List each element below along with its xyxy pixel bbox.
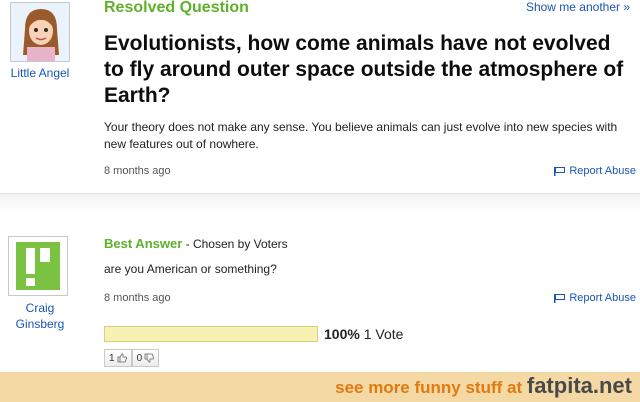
footer-banner: see more funny stuff at fatpita.net [0,372,640,402]
section-divider [0,193,640,213]
answerer-avatar[interactable] [8,236,68,296]
vote-count: 1 Vote [359,326,404,342]
report-abuse-link-answer[interactable]: Report Abuse [554,292,636,304]
asker-avatar[interactable] [10,2,70,62]
best-answer-heading: Best Answer - Chosen by Voters [104,236,288,251]
flag-icon [554,166,566,176]
vote-progress-bar [104,326,318,342]
answerer-avatar-icon [16,242,60,290]
flag-icon [554,293,566,303]
best-answer-label: Best Answer [104,236,183,251]
show-another-link[interactable]: Show me another » [526,0,630,14]
thumbs-down-icon [144,353,155,363]
thumbs-up-count: 1 [109,352,115,364]
answer-text: are you American or something? [104,262,277,276]
question-title: Evolutionists, how come animals have not… [104,32,624,107]
chosen-by-label: - Chosen by Voters [182,237,288,251]
resolved-question-heading: Resolved Question [104,0,249,16]
footer-prefix: see more funny stuff at [335,378,527,397]
asker-name[interactable]: Little Angel [0,66,80,80]
question-timestamp: 8 months ago [104,165,171,177]
vote-summary: 100% 1 Vote [324,326,403,342]
footer-text[interactable]: see more funny stuff at fatpita.net [335,373,632,399]
answer-timestamp: 8 months ago [104,292,171,304]
question-body: Your theory does not make any sense. You… [104,120,618,151]
report-abuse-label: Report Abuse [569,292,636,304]
report-abuse-link-question[interactable]: Report Abuse [554,165,636,177]
thumbs-down-count: 0 [136,352,143,364]
answerer-name[interactable]: Craig Ginsberg [0,300,80,332]
vote-percent: 100% [324,326,360,342]
thumbs-down-button[interactable]: 0 [131,349,160,367]
thumbs-up-button[interactable]: 1 [104,349,132,367]
asker-avatar-icon [11,3,69,61]
report-abuse-label: Report Abuse [569,165,636,177]
rating-buttons: 1 0 [104,349,160,367]
thumbs-up-icon [117,353,127,363]
footer-brand: fatpita.net [526,373,632,398]
